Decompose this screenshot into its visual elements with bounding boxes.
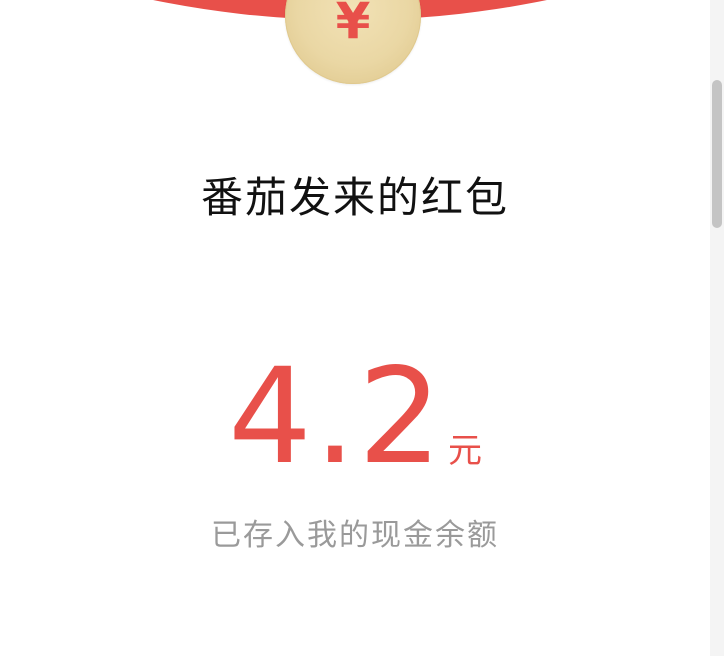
balance-status-text: 已存入我的现金余额 bbox=[211, 518, 499, 553]
scrollbar-thumb[interactable] bbox=[712, 80, 722, 228]
amount-unit: 元 bbox=[447, 431, 482, 471]
scrollbar[interactable] bbox=[710, 0, 724, 656]
red-packet-screen: ¥ 番茄发来的红包 4.2 元 已存入我的现金余额 bbox=[0, 0, 724, 656]
sender-title: 番茄发来的红包 bbox=[200, 173, 509, 222]
amount-value: 4.2 bbox=[228, 340, 444, 494]
amount-display: 4.2 元 bbox=[0, 342, 710, 492]
yuan-icon: ¥ bbox=[335, 0, 371, 50]
coin-badge: ¥ bbox=[285, 0, 421, 84]
